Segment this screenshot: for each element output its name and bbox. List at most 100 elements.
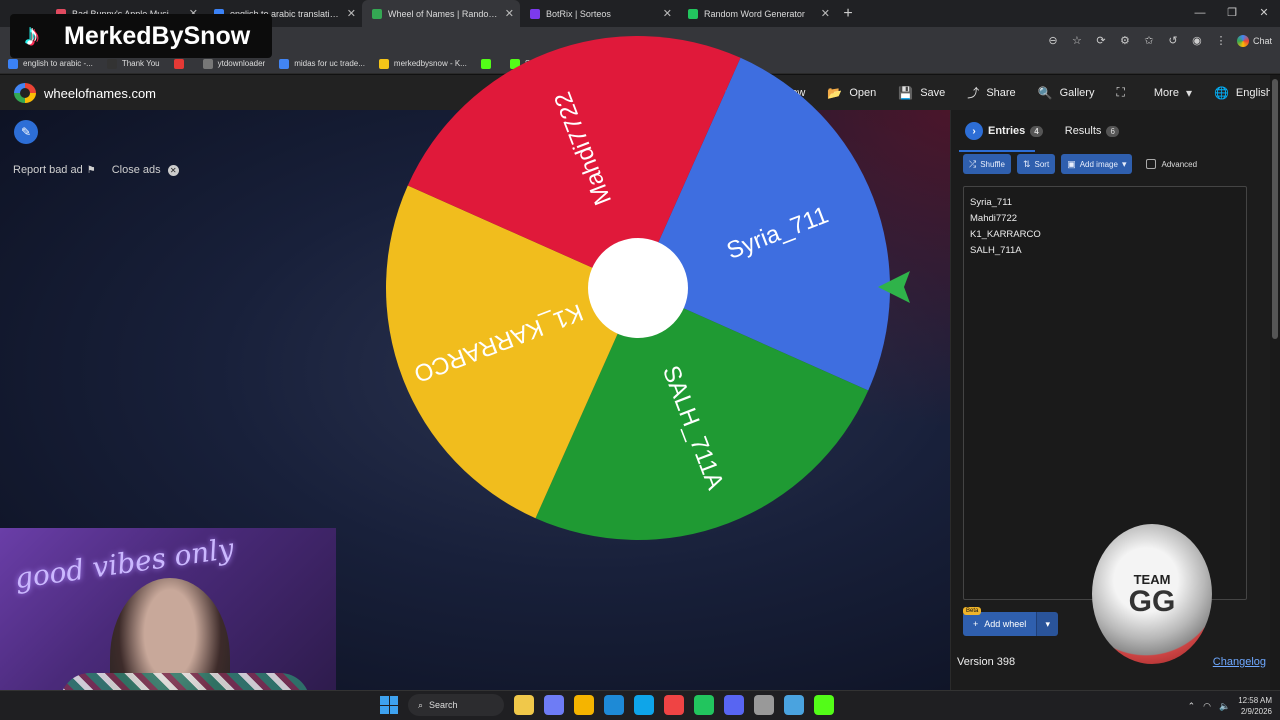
browser-tab[interactable]: Wheel of Names | Random name p ✕: [362, 0, 520, 27]
bookmark-favicon-icon: [279, 58, 290, 69]
menu-label: Save: [920, 86, 946, 99]
entries-textarea[interactable]: Syria_711 Mahdi7722 K1_KARRARCO SALH_711A: [963, 186, 1247, 600]
wheel-center-hub[interactable]: [588, 238, 688, 338]
browser-tab[interactable]: Random Word Generator ✕: [678, 0, 836, 27]
changelog-link[interactable]: Changelog: [1213, 656, 1266, 668]
site-name[interactable]: wheelofnames.com: [44, 86, 156, 101]
bookmark-item[interactable]: english to arabic -...: [8, 58, 93, 69]
tab-close-icon[interactable]: ✕: [821, 7, 830, 20]
flag-icon: ⚑: [86, 165, 96, 176]
extensions-icon[interactable]: ⚙: [1117, 34, 1133, 47]
taskbar-app-icon[interactable]: [664, 695, 684, 715]
taskbar-search[interactable]: ⌕ Search: [408, 694, 504, 716]
taskbar-app-icon[interactable]: [544, 695, 564, 715]
taskbar-app-icon[interactable]: [814, 695, 834, 715]
tray-chevron-icon[interactable]: ⌃: [1188, 701, 1196, 712]
sort-button[interactable]: ⇅ Sort: [1016, 154, 1056, 174]
search-icon: ⌕: [418, 699, 424, 710]
bookmark-star-icon[interactable]: ☆: [1069, 34, 1085, 47]
new-tab-button[interactable]: +: [836, 0, 860, 27]
wheel-pointer-icon: [878, 271, 910, 303]
menu-english-button[interactable]: 🌐 English: [1214, 86, 1272, 100]
add-wheel-button[interactable]: + Add wheel: [963, 612, 1037, 636]
tab-label: BotRix | Sorteos: [546, 8, 611, 19]
bookmark-item[interactable]: [173, 58, 189, 69]
tiktok-username: MerkedBySnow: [64, 21, 251, 50]
add-image-label: Add image: [1079, 159, 1118, 169]
favorites-icon[interactable]: ✩: [1141, 34, 1157, 47]
tab-entries[interactable]: › Entries 4: [959, 118, 1049, 144]
bookmark-item[interactable]: Thank You: [106, 58, 160, 69]
plus-icon: +: [973, 619, 979, 629]
close-ads-link[interactable]: Close ads ✕: [112, 164, 179, 176]
tab-results[interactable]: Results 6: [1059, 121, 1125, 141]
taskbar-app-icon[interactable]: [784, 695, 804, 715]
system-tray: ⌃ ◠ 🔈 12:58 AM 2/9/2026: [1188, 691, 1272, 720]
fullscreen-icon: ⛶: [1116, 85, 1125, 99]
advanced-toggle[interactable]: Advanced: [1146, 159, 1197, 169]
more-menu-icon[interactable]: ⋮: [1213, 34, 1229, 47]
panel-tabs: › Entries 4 Results 6: [951, 110, 1271, 152]
bookmark-favicon-icon: [8, 58, 18, 69]
wheel-logo-icon[interactable]: [14, 83, 36, 103]
minimize-button[interactable]: —: [1184, 0, 1216, 27]
wifi-icon[interactable]: ◠: [1203, 701, 1211, 712]
bookmark-item[interactable]: midas for uc trade...: [279, 58, 365, 69]
add-wheel-dropdown[interactable]: ▾: [1036, 612, 1059, 636]
profile-avatar[interactable]: ◉: [1189, 34, 1205, 47]
bookmark-favicon-icon: [106, 58, 117, 69]
taskbar-app-icon[interactable]: [694, 695, 714, 715]
menu-gallery-button[interactable]: 🔍 Gallery: [1038, 86, 1095, 100]
volume-icon[interactable]: 🔈: [1219, 701, 1230, 712]
wheel-graphic: Syria_711SALH_711AK1_KARRARCOMahdi7722: [385, 36, 890, 540]
zoom-icon[interactable]: ⊖: [1045, 34, 1061, 47]
sort-label: Sort: [1034, 159, 1050, 169]
globe-icon: 🌐: [1213, 85, 1229, 100]
taskbar-app-icon[interactable]: [724, 695, 744, 715]
tab-close-icon[interactable]: ✕: [505, 7, 514, 20]
browser-tab[interactable]: BotRix | Sorteos ✕: [520, 0, 678, 27]
tab-close-icon[interactable]: ✕: [347, 7, 356, 20]
menu-more-button[interactable]: More ▾: [1154, 86, 1192, 100]
taskbar-app-icon[interactable]: [514, 695, 534, 715]
refresh-icon[interactable]: ⟳: [1093, 34, 1109, 47]
chat-button[interactable]: Chat: [1236, 34, 1272, 47]
scrollbar-thumb[interactable]: [1272, 79, 1278, 339]
taskbar-app-icon[interactable]: [634, 695, 654, 715]
bookmark-item[interactable]: ytdownloader: [202, 58, 265, 69]
tab-close-icon[interactable]: ✕: [663, 7, 672, 20]
ad-links: Report bad ad ⚑ Close ads ✕: [13, 164, 179, 176]
bookmark-label: Thank You: [121, 59, 160, 68]
entry-line: Syria_711: [970, 197, 1013, 208]
collapse-chevron-icon[interactable]: ›: [965, 122, 983, 140]
advanced-checkbox[interactable]: [1146, 159, 1157, 169]
menu-fullscreen-button[interactable]: ⛶: [1116, 85, 1131, 100]
add-wheel-control: + Add wheel ▾: [963, 612, 1059, 636]
taskbar-app-icon[interactable]: [604, 695, 624, 715]
menu-save-button[interactable]: 💾 Save: [898, 86, 945, 100]
edit-pencil-button[interactable]: ✎: [14, 120, 38, 144]
close-window-button[interactable]: ✕: [1248, 0, 1280, 27]
restore-button[interactable]: ❐: [1216, 0, 1248, 27]
spin-wheel[interactable]: Syria_711 SALH_711A K1_KARRARCO Mahdi7722: [383, 33, 893, 543]
add-image-button[interactable]: ▣ Add image ▾: [1061, 154, 1133, 174]
bookmark-favicon-icon: [173, 58, 184, 69]
bookmark-label: midas for uc trade...: [294, 59, 365, 68]
tab-label: Wheel of Names | Random name p: [388, 8, 498, 19]
taskbar-app-icon[interactable]: [574, 695, 594, 715]
taskbar-app-icon[interactable]: [754, 695, 774, 715]
beta-badge: Beta: [963, 607, 982, 615]
report-bad-ad-link[interactable]: Report bad ad ⚑: [13, 164, 96, 176]
windows-start-icon[interactable]: [380, 696, 398, 714]
menu-label: Gallery: [1059, 86, 1095, 99]
entry-line: Mahdi7722: [970, 213, 1018, 224]
copilot-icon: [1236, 34, 1249, 47]
history-icon[interactable]: ↺: [1165, 34, 1181, 47]
tab-favicon-icon: [372, 8, 382, 19]
shuffle-button[interactable]: ⤮ Shuffle: [963, 154, 1011, 174]
system-clock[interactable]: 12:58 AM 2/9/2026: [1238, 695, 1272, 717]
menu-share-button[interactable]: ⤴ Share: [967, 84, 1015, 101]
page-scrollbar[interactable]: [1270, 75, 1280, 690]
entries-toolbar: ⤮ Shuffle ⇅ Sort ▣ Add image ▾ Advanced: [963, 154, 1197, 174]
tiktok-overlay: ♪ MerkedBySnow: [10, 14, 272, 58]
